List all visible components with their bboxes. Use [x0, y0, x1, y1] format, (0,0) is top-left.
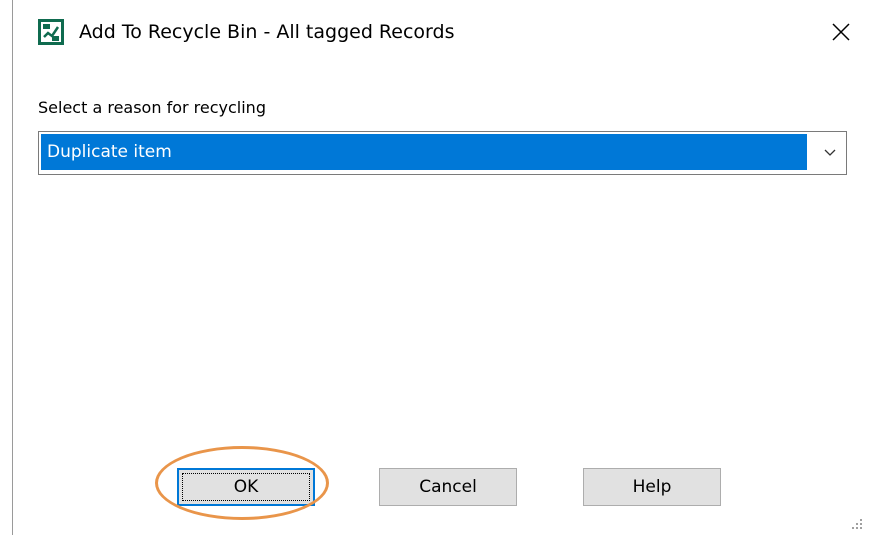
chevron-down-icon: [824, 149, 836, 156]
window-title: Add To Recycle Bin - All tagged Records: [79, 21, 455, 43]
reason-selected-value: Duplicate item: [41, 134, 807, 170]
ok-button[interactable]: OK: [177, 468, 315, 506]
close-button[interactable]: [821, 14, 861, 50]
dropdown-toggle[interactable]: [817, 136, 843, 170]
cancel-button[interactable]: Cancel: [379, 468, 517, 506]
recycle-dialog: Add To Recycle Bin - All tagged Records …: [12, 0, 870, 535]
reason-label: Select a reason for recycling: [38, 98, 266, 117]
title-bar: Add To Recycle Bin - All tagged Records: [13, 0, 870, 66]
close-icon: [832, 23, 850, 41]
resize-grip-icon[interactable]: [848, 515, 864, 531]
help-button-label: Help: [632, 477, 672, 497]
help-button[interactable]: Help: [583, 468, 721, 506]
reason-dropdown[interactable]: Duplicate item: [38, 131, 847, 175]
ok-button-label: OK: [233, 477, 259, 497]
cancel-button-label: Cancel: [419, 477, 477, 497]
app-icon: [38, 19, 64, 45]
